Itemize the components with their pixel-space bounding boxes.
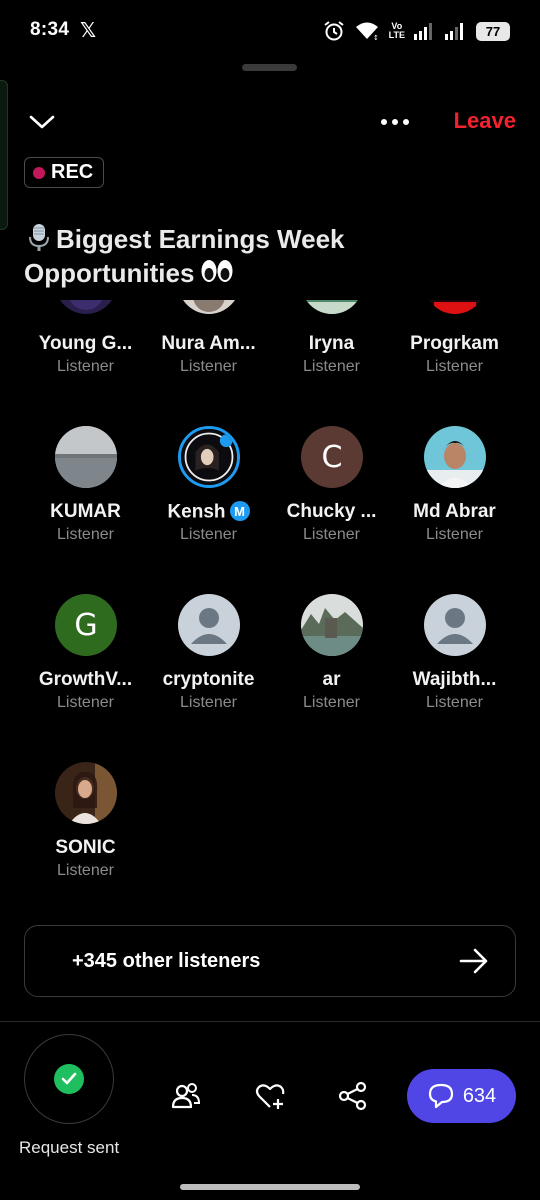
listener-name: Kensh M bbox=[147, 501, 270, 524]
network-label: Vo LTE bbox=[388, 21, 405, 40]
share-icon[interactable] bbox=[337, 1080, 369, 1112]
microphone-icon bbox=[29, 224, 49, 251]
battery-indicator: 77 bbox=[476, 21, 510, 41]
listener-role: Listener bbox=[57, 526, 114, 543]
x-logo-icon: 𝕏 bbox=[80, 20, 97, 42]
comment-count: 634 bbox=[462, 1084, 497, 1107]
signal-icon bbox=[414, 23, 432, 40]
listener-name: KUMAR bbox=[50, 501, 121, 522]
listener-role: Listener bbox=[303, 526, 360, 543]
chat-bubble-icon bbox=[428, 1083, 453, 1109]
avatar bbox=[301, 300, 363, 314]
avatar bbox=[55, 762, 117, 824]
default-avatar-icon bbox=[178, 594, 240, 656]
default-avatar-icon bbox=[424, 594, 486, 656]
listener-role: Listener bbox=[57, 358, 114, 375]
leave-button[interactable]: Leave bbox=[454, 108, 516, 134]
arrow-right-icon bbox=[459, 948, 488, 974]
listener-grid: Young G... Listener Nura Am... Listener … bbox=[0, 300, 540, 900]
verified-m-badge-icon: M bbox=[229, 501, 250, 521]
status-icons: ↕ Vo LTE 77 bbox=[323, 18, 510, 44]
listener-name: Iryna bbox=[308, 333, 355, 354]
chevron-down-icon bbox=[29, 115, 55, 129]
space-title: Biggest Earnings Week Opportunities bbox=[24, 222, 384, 290]
listener-role: Listener bbox=[57, 694, 114, 711]
listener-name: Md Abrar bbox=[413, 501, 496, 522]
comments-button[interactable]: 634 bbox=[407, 1069, 516, 1123]
avatar bbox=[424, 300, 486, 314]
collapse-button[interactable] bbox=[26, 106, 58, 138]
other-listeners-label: +345 other listeners bbox=[72, 950, 261, 972]
listener-role: Listener bbox=[180, 526, 237, 543]
listener-name: Young G... bbox=[38, 333, 133, 354]
eyes-emoji-icon bbox=[201, 260, 233, 282]
sheet-drag-handle[interactable] bbox=[242, 64, 297, 71]
listener-role: Listener bbox=[426, 694, 483, 711]
rec-label: REC bbox=[51, 161, 94, 183]
request-to-speak-button[interactable] bbox=[24, 1034, 114, 1124]
listener-role: Listener bbox=[426, 358, 483, 375]
heart-plus-icon[interactable] bbox=[254, 1080, 286, 1112]
avatar bbox=[178, 426, 240, 488]
people-icon[interactable] bbox=[170, 1080, 202, 1112]
listener-role: Listener bbox=[180, 694, 237, 711]
listener-name: ar bbox=[322, 669, 341, 690]
check-icon bbox=[54, 1064, 84, 1094]
listener-name: cryptonite bbox=[162, 669, 255, 690]
recording-badge: REC bbox=[24, 157, 105, 188]
listener-name: Nura Am... bbox=[161, 333, 256, 354]
avatar bbox=[55, 300, 117, 314]
listener-role: Listener bbox=[180, 358, 237, 375]
request-status-label: Request sent bbox=[19, 1138, 120, 1157]
avatar: G bbox=[55, 594, 117, 656]
rec-dot-icon bbox=[33, 166, 45, 179]
space-title-text: Biggest Earnings Week Opportunities bbox=[24, 224, 345, 288]
divider bbox=[0, 1021, 540, 1022]
more-options-button[interactable] bbox=[376, 108, 414, 136]
avatar bbox=[424, 426, 486, 488]
listener-role: Listener bbox=[303, 694, 360, 711]
alarm-icon bbox=[324, 21, 344, 41]
status-time: 8:34 bbox=[30, 19, 70, 40]
edge-panel-handle[interactable] bbox=[0, 80, 8, 230]
avatar bbox=[301, 594, 363, 656]
listener-role: Listener bbox=[57, 862, 114, 879]
listener-name: SONIC bbox=[55, 837, 116, 858]
avatar bbox=[55, 426, 117, 488]
signal-icon-2 bbox=[445, 23, 463, 40]
listener-name: Progrkam bbox=[410, 333, 499, 354]
wifi-icon: ↕ bbox=[355, 22, 379, 41]
other-listeners-button[interactable]: +345 other listeners bbox=[24, 925, 516, 997]
avatar: C bbox=[301, 426, 363, 488]
listener-role: Listener bbox=[426, 526, 483, 543]
status-bar: 8:34 𝕏 ↕ Vo LTE 77 bbox=[0, 0, 540, 60]
listener-name: Wajibth... bbox=[412, 669, 497, 690]
more-icon bbox=[381, 119, 387, 125]
listener-role: Listener bbox=[303, 358, 360, 375]
home-indicator[interactable] bbox=[180, 1184, 360, 1190]
listener-name: Chucky ... bbox=[286, 501, 377, 522]
svg-text:↕: ↕ bbox=[373, 34, 379, 41]
avatar bbox=[178, 300, 240, 314]
listener-name: GrowthV... bbox=[38, 669, 133, 690]
